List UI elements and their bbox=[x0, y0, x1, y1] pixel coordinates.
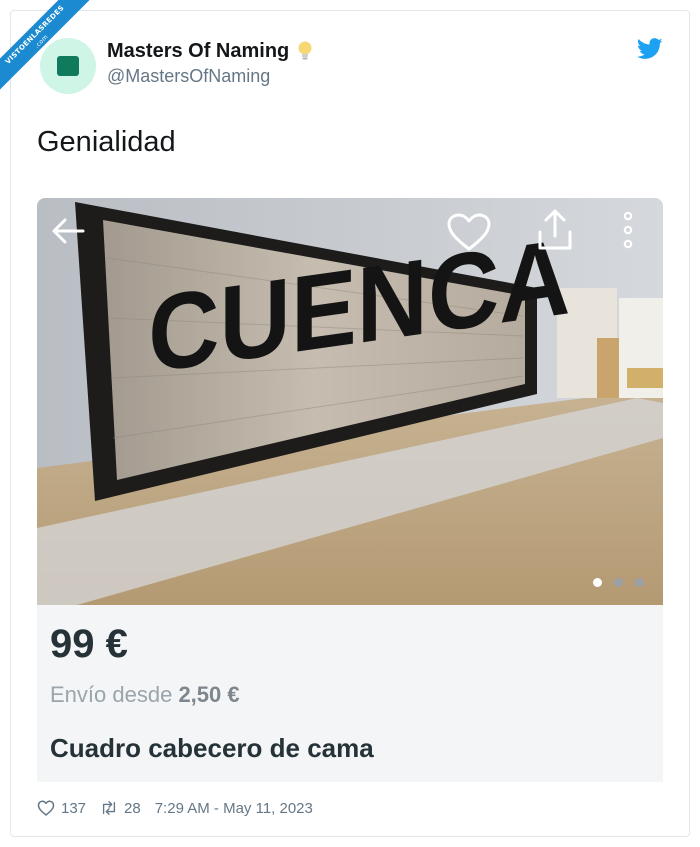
share-upload-icon[interactable] bbox=[535, 208, 575, 252]
more-vertical-icon[interactable] bbox=[621, 210, 635, 250]
carousel-dot[interactable] bbox=[593, 578, 602, 587]
author-row: Masters Of Naming bbox=[107, 38, 315, 64]
watermark-ribbon: VISTOENLASREDES .com bbox=[0, 0, 110, 110]
heart-icon[interactable] bbox=[37, 799, 55, 817]
item-title: Cuadro cabecero de cama bbox=[50, 733, 374, 763]
item-price: 99 € bbox=[50, 622, 128, 666]
photo-controls bbox=[37, 198, 663, 605]
arrow-left-icon[interactable] bbox=[51, 218, 85, 244]
like-count: 137 bbox=[61, 799, 87, 817]
shipping-info: Envío desde 2,50 € bbox=[50, 682, 240, 708]
carousel-dots[interactable] bbox=[593, 578, 644, 587]
tweet-media[interactable]: CUENCA 99 € Envío desde 2,50 € Cuadro ca… bbox=[37, 198, 663, 782]
carousel-dot[interactable] bbox=[614, 578, 623, 587]
retweet-count: 28 bbox=[124, 799, 141, 817]
tweet-screenshot: VISTOENLASREDES .com Masters Of Naming @… bbox=[0, 0, 700, 847]
shipping-prefix: Envío desde bbox=[50, 682, 173, 707]
light-bulb-icon bbox=[298, 41, 312, 60]
retweet-icon[interactable] bbox=[100, 799, 118, 817]
twitter-bird-icon[interactable] bbox=[637, 38, 663, 60]
heart-outline-icon[interactable] bbox=[446, 212, 492, 252]
tweet-text: Genialidad bbox=[37, 126, 176, 158]
shipping-amount: 2,50 € bbox=[178, 682, 240, 707]
display-name[interactable]: Masters Of Naming bbox=[107, 40, 289, 63]
handle[interactable]: @MastersOfNaming bbox=[107, 66, 270, 87]
carousel-dot[interactable] bbox=[635, 578, 644, 587]
watermark-text: VISTOENLASREDES bbox=[3, 3, 66, 66]
tweet-timestamp[interactable]: 7:29 AM - May 11, 2023 bbox=[155, 800, 313, 817]
tweet-footer: 137 28 7:29 AM - May 11, 2023 bbox=[37, 798, 313, 818]
